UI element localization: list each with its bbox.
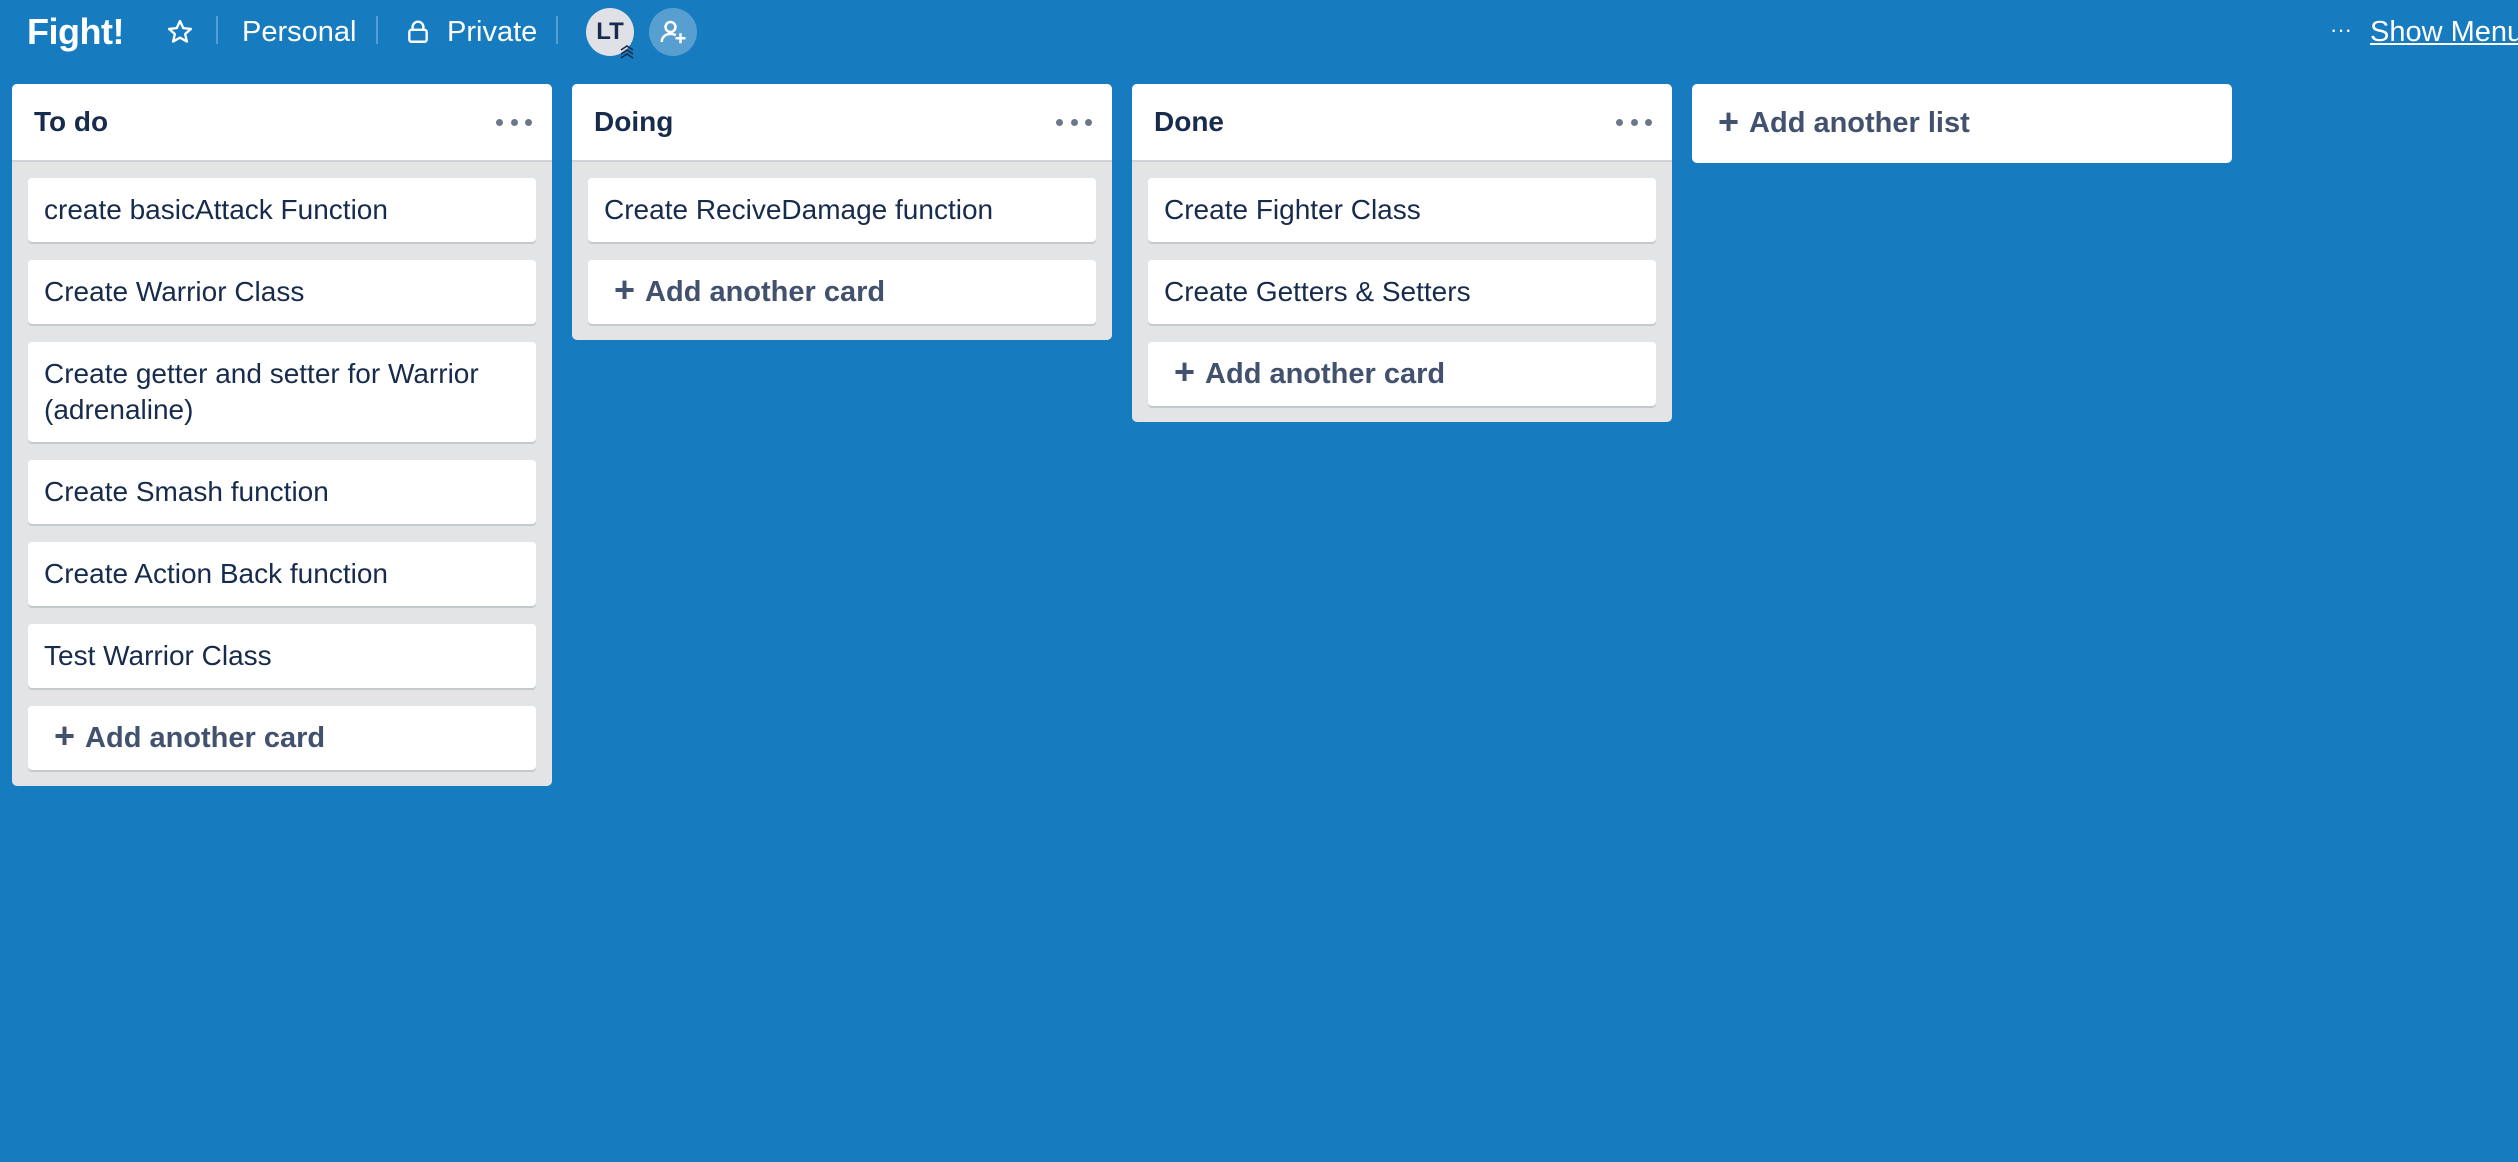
card[interactable]: Create Smash function (28, 460, 536, 524)
board-header: Fight! Personal Private LT ··· Show Menu (0, 0, 2518, 64)
board-title[interactable]: Fight! (27, 8, 124, 56)
invite-member-button[interactable] (649, 8, 697, 56)
add-member-icon (660, 20, 686, 44)
add-card-label: Add another card (85, 721, 326, 754)
plus-icon: + (614, 269, 636, 310)
card[interactable]: Create Getters & Setters (1148, 260, 1656, 324)
list-menu-icon[interactable] (496, 112, 532, 132)
team-button[interactable]: Personal (242, 10, 356, 54)
show-menu-link[interactable]: Show Menu (2370, 10, 2518, 54)
card[interactable]: Create getter and setter for Warrior (ad… (28, 342, 536, 442)
star-icon (167, 19, 193, 43)
list-done: Done Create Fighter Class Create Getters… (1132, 84, 1672, 422)
add-card-button[interactable]: + Add another card (28, 706, 536, 770)
lock-icon (403, 17, 433, 47)
list-to-do: To do create basicAttack Function Create… (12, 84, 552, 786)
more-icon[interactable]: ··· (2326, 12, 2356, 48)
plus-icon: + (54, 715, 76, 756)
card[interactable]: Create Fighter Class (1148, 178, 1656, 242)
visibility-button[interactable]: Private (403, 10, 537, 54)
plus-icon: + (1718, 100, 1740, 142)
add-card-label: Add another card (645, 275, 886, 308)
list-header: Doing (572, 84, 1112, 162)
card[interactable]: create basicAttack Function (28, 178, 536, 242)
card[interactable]: Test Warrior Class (28, 624, 536, 688)
add-card-button[interactable]: + Add another card (588, 260, 1096, 324)
team-label: Personal (242, 16, 357, 48)
card[interactable]: Create Action Back function (28, 542, 536, 606)
star-button[interactable] (160, 14, 200, 50)
member-avatar[interactable]: LT (586, 8, 634, 59)
list-header: Done (1132, 84, 1672, 162)
list-title[interactable]: Doing (594, 102, 673, 142)
board: Fight! Personal Private LT ··· Show Menu… (0, 0, 2518, 1162)
list-menu-icon[interactable] (1056, 112, 1092, 132)
header-divider (556, 16, 558, 44)
card[interactable]: Create ReciveDamage function (588, 178, 1096, 242)
admin-chevron-icon (616, 40, 638, 62)
plus-icon: + (1174, 351, 1196, 392)
add-list-button[interactable]: + Add another list (1692, 84, 2232, 163)
list-header: To do (12, 84, 552, 162)
header-divider (216, 16, 218, 44)
header-divider (376, 16, 378, 44)
list-menu-icon[interactable] (1616, 112, 1652, 132)
add-card-button[interactable]: + Add another card (1148, 342, 1656, 406)
add-list-label: Add another list (1749, 107, 1970, 139)
list-title[interactable]: Done (1154, 102, 1224, 142)
list-doing: Doing Create ReciveDamage function + Add… (572, 84, 1112, 340)
add-card-label: Add another card (1205, 357, 1446, 390)
list-title[interactable]: To do (34, 102, 108, 142)
visibility-label: Private (447, 16, 538, 48)
card[interactable]: Create Warrior Class (28, 260, 536, 324)
